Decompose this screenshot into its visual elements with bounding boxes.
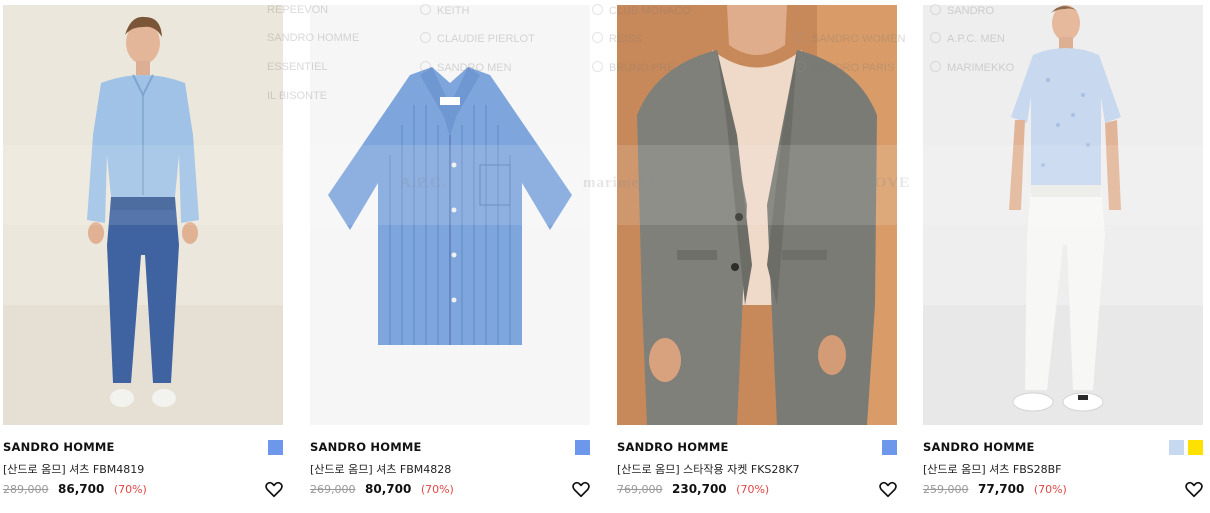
original-price: 269,000 <box>310 483 356 496</box>
sale-price: 86,700 <box>58 482 105 496</box>
heart-outline-icon[interactable] <box>572 481 590 498</box>
color-swatches <box>882 440 897 455</box>
sale-price: 230,700 <box>672 482 727 496</box>
original-price: 289,000 <box>3 483 49 496</box>
discount-rate: (70%) <box>1033 483 1067 496</box>
original-price: 769,000 <box>617 483 663 496</box>
price-row: 269,000 80,700 (70%) <box>310 482 454 496</box>
color-swatches <box>575 440 590 455</box>
product-image[interactable] <box>617 5 897 425</box>
product-brand[interactable]: SANDRO HOMME <box>3 440 115 454</box>
product-name[interactable]: [산드로 옴므] 셔츠 FBS28BF <box>923 461 1061 477</box>
product-card[interactable]: SANDRO HOMME [산드로 옴므] 셔츠 FBS28BF 259,000… <box>923 0 1203 513</box>
color-swatches <box>1169 440 1203 455</box>
product-brand[interactable]: SANDRO HOMME <box>310 440 422 454</box>
product-card[interactable]: SANDRO HOMME [산드로 옴므] 셔츠 FBM4828 269,000… <box>310 0 590 513</box>
product-brand[interactable]: SANDRO HOMME <box>923 440 1035 454</box>
price-row: 259,000 77,700 (70%) <box>923 482 1067 496</box>
product-image[interactable] <box>310 5 590 425</box>
sale-price: 77,700 <box>978 482 1025 496</box>
product-grid: SANDRO HOMME [산드로 옴므] 셔츠 FBM4819 289,000… <box>0 0 1210 513</box>
product-name[interactable]: [산드로 옴므] 스타작용 자켓 FKS28K7 <box>617 461 800 477</box>
product-image[interactable] <box>923 5 1203 425</box>
discount-rate: (70%) <box>420 483 454 496</box>
color-swatches <box>268 440 283 455</box>
product-card[interactable]: SANDRO HOMME [산드로 옴므] 셔츠 FBM4819 289,000… <box>3 0 283 513</box>
heart-outline-icon[interactable] <box>1185 481 1203 498</box>
heart-outline-icon[interactable] <box>879 481 897 498</box>
price-row: 289,000 86,700 (70%) <box>3 482 147 496</box>
discount-rate: (70%) <box>113 483 147 496</box>
color-swatch[interactable] <box>1169 440 1184 455</box>
product-name[interactable]: [산드로 옴므] 셔츠 FBM4819 <box>3 461 144 477</box>
color-swatch[interactable] <box>1188 440 1203 455</box>
sale-price: 80,700 <box>365 482 412 496</box>
product-brand[interactable]: SANDRO HOMME <box>617 440 729 454</box>
product-name[interactable]: [산드로 옴므] 셔츠 FBM4828 <box>310 461 451 477</box>
heart-outline-icon[interactable] <box>265 481 283 498</box>
price-row: 769,000 230,700 (70%) <box>617 482 769 496</box>
product-image[interactable] <box>3 5 283 425</box>
discount-rate: (70%) <box>736 483 770 496</box>
original-price: 259,000 <box>923 483 969 496</box>
color-swatch[interactable] <box>882 440 897 455</box>
product-card[interactable]: SANDRO HOMME [산드로 옴므] 스타작용 자켓 FKS28K7 76… <box>617 0 897 513</box>
color-swatch[interactable] <box>268 440 283 455</box>
color-swatch[interactable] <box>575 440 590 455</box>
